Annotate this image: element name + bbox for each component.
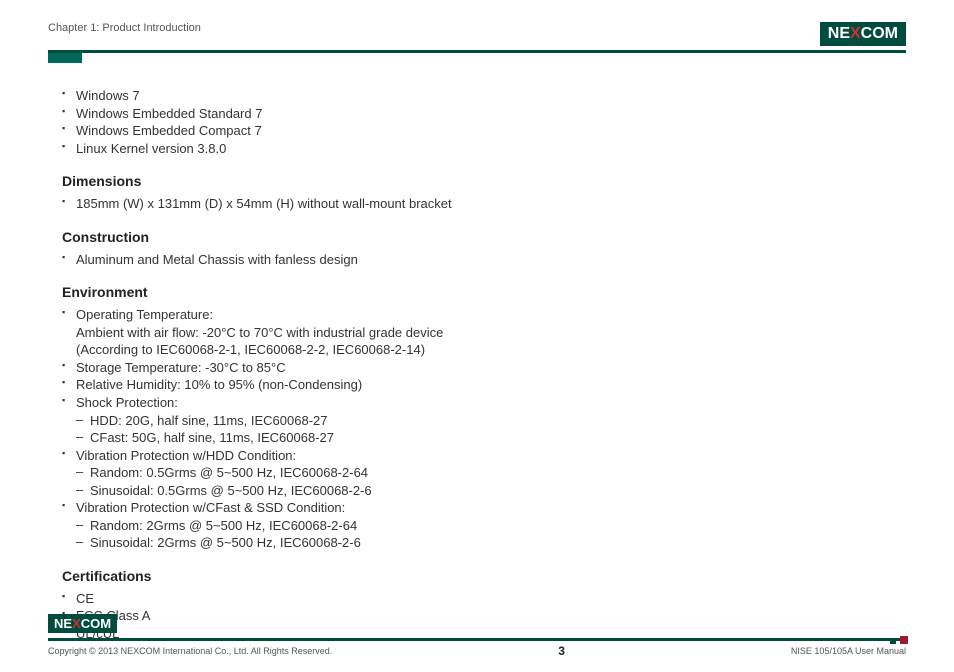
- accent-tab: [48, 53, 82, 63]
- chapter-label: Chapter 1: Product Introduction: [48, 22, 201, 38]
- list-item: Linux Kernel version 3.8.0: [62, 140, 906, 158]
- environment-list: Operating Temperature: Ambient with air …: [62, 306, 906, 552]
- list-item: Windows Embedded Compact 7: [62, 122, 906, 140]
- sub-item: Random: 2Grms @ 5~500 Hz, IEC60068-2-64: [76, 517, 906, 535]
- list-item: Shock Protection: HDD: 20G, half sine, 1…: [62, 394, 906, 447]
- text-line: Vibration Protection w/CFast & SSD Condi…: [76, 500, 345, 515]
- list-item: FCC Class A: [62, 607, 906, 625]
- os-support-list: Windows 7 Windows Embedded Standard 7 Wi…: [62, 87, 906, 157]
- list-item: CE: [62, 590, 906, 608]
- list-item: Vibration Protection w/HDD Condition: Ra…: [62, 447, 906, 500]
- sub-item: CFast: 50G, half sine, 11ms, IEC60068-27: [76, 429, 906, 447]
- list-item: Vibration Protection w/CFast & SSD Condi…: [62, 499, 906, 552]
- list-item: Windows Embedded Standard 7: [62, 105, 906, 123]
- construction-list: Aluminum and Metal Chassis with fanless …: [62, 251, 906, 269]
- nexcom-logo-icon: NEXCOM: [48, 614, 117, 633]
- sub-list: Random: 0.5Grms @ 5~500 Hz, IEC60068-2-6…: [76, 464, 906, 499]
- nexcom-logo-icon: NEXCOM: [820, 22, 906, 46]
- section-heading-certifications: Certifications: [62, 566, 906, 587]
- logo-bottom: NEXCOM: [48, 614, 117, 633]
- sub-item: Sinusoidal: 2Grms @ 5~500 Hz, IEC60068-2…: [76, 534, 906, 552]
- section-heading-dimensions: Dimensions: [62, 171, 906, 192]
- text-line: Operating Temperature:: [76, 307, 213, 322]
- sub-item: Sinusoidal: 0.5Grms @ 5~500 Hz, IEC60068…: [76, 482, 906, 500]
- text-line: Vibration Protection w/HDD Condition:: [76, 448, 296, 463]
- list-item: Storage Temperature: -30°C to 85°C: [62, 359, 906, 377]
- dimensions-list: 185mm (W) x 131mm (D) x 54mm (H) without…: [62, 195, 906, 213]
- footer-rule: [48, 638, 906, 641]
- text-line: (According to IEC60068-2-1, IEC60068-2-2…: [76, 342, 425, 357]
- sub-list: HDD: 20G, half sine, 11ms, IEC60068-27 C…: [76, 412, 906, 447]
- text-line: Ambient with air flow: -20°C to 70°C wit…: [76, 325, 443, 340]
- header-bar: Chapter 1: Product Introduction NEXCOM: [48, 22, 906, 53]
- certifications-list: CE FCC Class A UL/cUL: [62, 590, 906, 643]
- list-item: Operating Temperature: Ambient with air …: [62, 306, 906, 359]
- sub-item: HDD: 20G, half sine, 11ms, IEC60068-27: [76, 412, 906, 430]
- list-item: Aluminum and Metal Chassis with fanless …: [62, 251, 906, 269]
- list-item: Windows 7: [62, 87, 906, 105]
- section-heading-environment: Environment: [62, 282, 906, 303]
- footer: NEXCOM Copyright © 2013 NEXCOM Internati…: [48, 638, 906, 658]
- footer-row: Copyright © 2013 NEXCOM International Co…: [48, 644, 906, 658]
- list-item: Relative Humidity: 10% to 95% (non-Conde…: [62, 376, 906, 394]
- logo-top: NEXCOM: [820, 22, 906, 46]
- sub-list: Random: 2Grms @ 5~500 Hz, IEC60068-2-64 …: [76, 517, 906, 552]
- sub-item: Random: 0.5Grms @ 5~500 Hz, IEC60068-2-6…: [76, 464, 906, 482]
- section-heading-construction: Construction: [62, 227, 906, 248]
- doc-title: NISE 105/105A User Manual: [791, 646, 906, 656]
- list-item: 185mm (W) x 131mm (D) x 54mm (H) without…: [62, 195, 906, 213]
- copyright-text: Copyright © 2013 NEXCOM International Co…: [48, 646, 332, 656]
- page-number: 3: [558, 644, 565, 658]
- main-content: Windows 7 Windows Embedded Standard 7 Wi…: [48, 87, 906, 643]
- text-line: Shock Protection:: [76, 395, 178, 410]
